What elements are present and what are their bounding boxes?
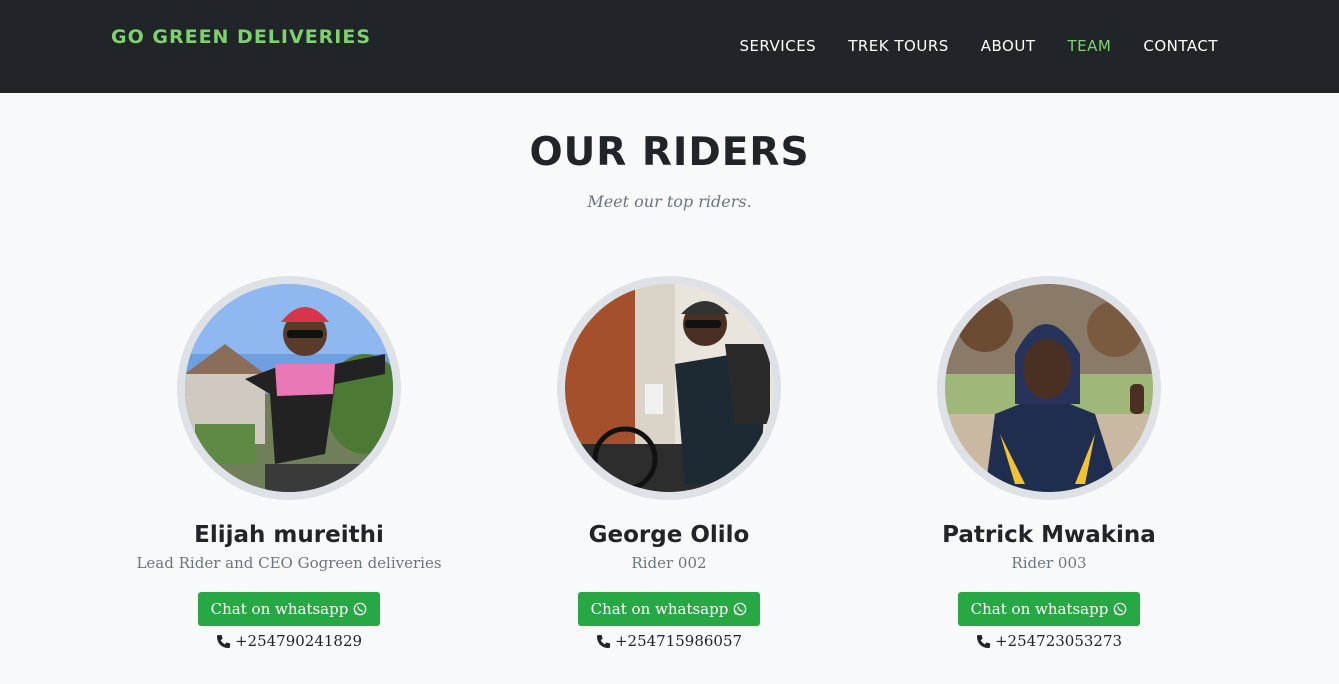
whatsapp-icon	[354, 602, 367, 616]
rider-role: Rider 003	[1011, 554, 1087, 572]
rider-avatar	[177, 276, 401, 500]
rider-photo	[565, 284, 773, 492]
navbar: GO GREEN DELIVERIES SERVICES TREK TOURS …	[0, 0, 1339, 93]
rider-avatar	[937, 276, 1161, 500]
whatsapp-button-label: Chat on whatsapp	[970, 600, 1109, 618]
rider-name: Patrick Mwakina	[942, 522, 1156, 548]
rider-avatar	[557, 276, 781, 500]
whatsapp-button-label: Chat on whatsapp	[590, 600, 729, 618]
whatsapp-chat-button[interactable]: Chat on whatsapp	[197, 592, 381, 626]
rider-photo	[185, 284, 393, 492]
section-subtitle: Meet our top riders.	[587, 192, 752, 211]
rider-role: Rider 002	[631, 554, 707, 572]
rider-name: George Olilo	[588, 522, 750, 548]
nav-trek-tours[interactable]: TREK TOURS	[848, 37, 949, 55]
phone-number[interactable]: +254790241829	[235, 632, 362, 650]
section-title: OUR RIDERS	[529, 130, 810, 175]
whatsapp-icon	[734, 602, 747, 616]
rider-card: Patrick Mwakina Rider 003 Chat on whatsa…	[879, 276, 1219, 650]
main-nav: SERVICES TREK TOURS ABOUT TEAM CONTACT	[707, 37, 1218, 55]
phone-icon	[596, 634, 611, 648]
rider-card: Elijah mureithi Lead Rider and CEO Gogre…	[119, 276, 459, 650]
phone-icon	[216, 634, 231, 648]
whatsapp-icon	[1114, 602, 1127, 616]
nav-about[interactable]: ABOUT	[981, 37, 1036, 55]
phone-number-row: +254723053273	[879, 632, 1219, 650]
rider-photo	[945, 284, 1153, 492]
rider-card: George Olilo Rider 002 Chat on whatsapp …	[499, 276, 839, 650]
rider-name: Elijah mureithi	[194, 522, 384, 548]
phone-number[interactable]: +254715986057	[615, 632, 742, 650]
brand-logo[interactable]: GO GREEN DELIVERIES	[111, 26, 371, 48]
nav-contact[interactable]: CONTACT	[1143, 37, 1218, 55]
nav-team[interactable]: TEAM	[1068, 37, 1112, 55]
whatsapp-button-label: Chat on whatsapp	[210, 600, 349, 618]
phone-number[interactable]: +254723053273	[995, 632, 1122, 650]
rider-role: Lead Rider and CEO Gogreen deliveries	[136, 554, 442, 572]
nav-services[interactable]: SERVICES	[739, 37, 816, 55]
phone-number-row: +254715986057	[499, 632, 839, 650]
phone-icon	[976, 634, 991, 648]
whatsapp-chat-button[interactable]: Chat on whatsapp	[577, 592, 761, 626]
whatsapp-chat-button[interactable]: Chat on whatsapp	[957, 592, 1141, 626]
phone-number-row: +254790241829	[119, 632, 459, 650]
